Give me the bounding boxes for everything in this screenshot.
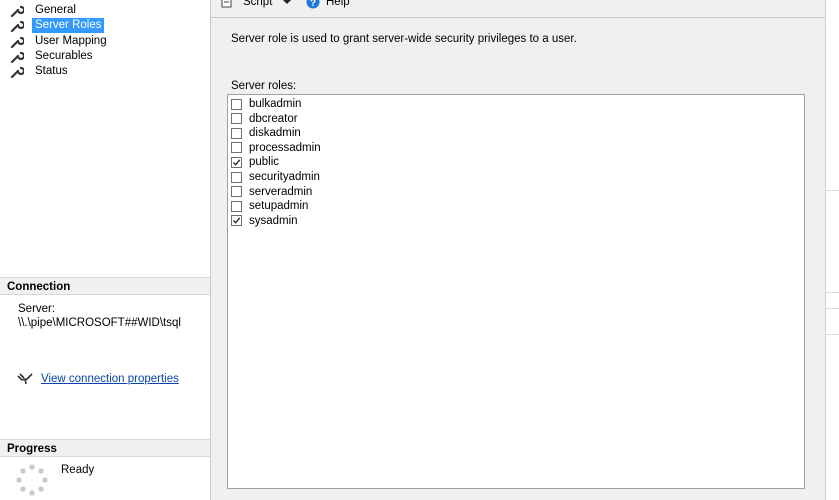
script-icon <box>221 0 232 8</box>
progress-header: Progress <box>0 439 210 457</box>
role-row-diskadmin[interactable]: diskadmin <box>231 126 301 140</box>
page-item-label: User Mapping <box>35 35 107 47</box>
page-item-general[interactable]: General <box>10 3 79 18</box>
role-row-processadmin[interactable]: processadmin <box>231 141 321 155</box>
role-name: bulkadmin <box>249 98 302 110</box>
progress-spinner-icon <box>16 464 48 496</box>
help-icon: ? <box>306 0 320 9</box>
role-name: diskadmin <box>249 127 301 140</box>
help-button[interactable]: ? Help <box>306 0 350 9</box>
page-item-status[interactable]: Status <box>10 64 71 79</box>
role-name: setupadmin <box>249 200 309 213</box>
role-row-serveradmin[interactable]: serveradmin <box>231 185 312 199</box>
page-item-server-roles[interactable]: Server Roles <box>10 18 105 33</box>
chevron-down-icon[interactable] <box>282 0 292 6</box>
role-name: serveradmin <box>249 185 313 198</box>
wrench-icon <box>10 36 24 48</box>
server-label: Server: <box>18 303 56 315</box>
wrench-icon <box>10 20 24 32</box>
role-name: securityadmin <box>249 171 320 183</box>
page-item-label: Status <box>35 65 68 77</box>
role-name: processadmin <box>249 141 321 154</box>
role-row-sysadmin[interactable]: sysadmin <box>231 214 298 228</box>
connection-properties-row: View connection properties <box>17 373 179 385</box>
role-name: public <box>249 156 280 169</box>
role-checkbox[interactable] <box>231 113 242 125</box>
role-row-dbcreator[interactable]: dbcreator <box>231 112 298 126</box>
role-checkbox[interactable] <box>231 156 242 168</box>
role-row-bulkadmin[interactable]: bulkadmin <box>231 97 301 111</box>
svg-text:?: ? <box>310 0 316 9</box>
role-checkbox[interactable] <box>231 215 242 227</box>
page-item-user-mapping[interactable]: User Mapping <box>10 34 110 49</box>
wrench-icon <box>10 5 24 17</box>
role-checkbox[interactable] <box>231 171 242 183</box>
script-label: Script <box>243 0 273 8</box>
connection-icon <box>17 373 33 385</box>
help-label: Help <box>326 0 350 8</box>
role-checkbox[interactable] <box>231 98 242 110</box>
page-item-label: Server Roles <box>32 18 105 33</box>
wrench-icon <box>10 51 24 63</box>
role-row-securityadmin[interactable]: securityadmin <box>231 170 320 184</box>
role-checkbox[interactable] <box>231 127 242 139</box>
toolbar: Script ? Help <box>211 0 825 18</box>
page-item-securables[interactable]: Securables <box>10 49 96 64</box>
server-roles-list[interactable]: bulkadmin dbcreator diskadmin processadmin p… <box>227 94 805 489</box>
checkmark-icon <box>233 217 241 225</box>
progress-status: Ready <box>61 464 95 476</box>
role-checkbox[interactable] <box>231 200 242 212</box>
server-roles-page: Server role is used to grant server-wide… <box>211 18 825 500</box>
script-button[interactable]: Script <box>221 0 292 9</box>
background-window-edge <box>825 0 839 500</box>
wrench-icon <box>10 66 24 78</box>
role-name: sysadmin <box>249 214 298 227</box>
server-value: \\.\pipe\MICROSOFT##WID\tsql <box>18 317 181 329</box>
page-item-label: General <box>35 4 76 16</box>
role-checkbox[interactable] <box>231 186 242 198</box>
select-page-pane: General Server Roles User Mapping Secura… <box>0 0 211 500</box>
page-item-label: Securables <box>35 50 93 62</box>
page-description: Server role is used to grant server-wide… <box>231 33 577 45</box>
view-connection-properties-link[interactable]: View connection properties <box>41 373 179 385</box>
checkmark-icon <box>233 159 241 166</box>
server-roles-label: Server roles: <box>231 80 297 92</box>
connection-header: Connection <box>0 277 210 295</box>
role-name: dbcreator <box>249 112 298 125</box>
role-row-setupadmin[interactable]: setupadmin <box>231 199 308 213</box>
role-checkbox[interactable] <box>231 142 242 154</box>
role-row-public[interactable]: public <box>231 155 279 169</box>
